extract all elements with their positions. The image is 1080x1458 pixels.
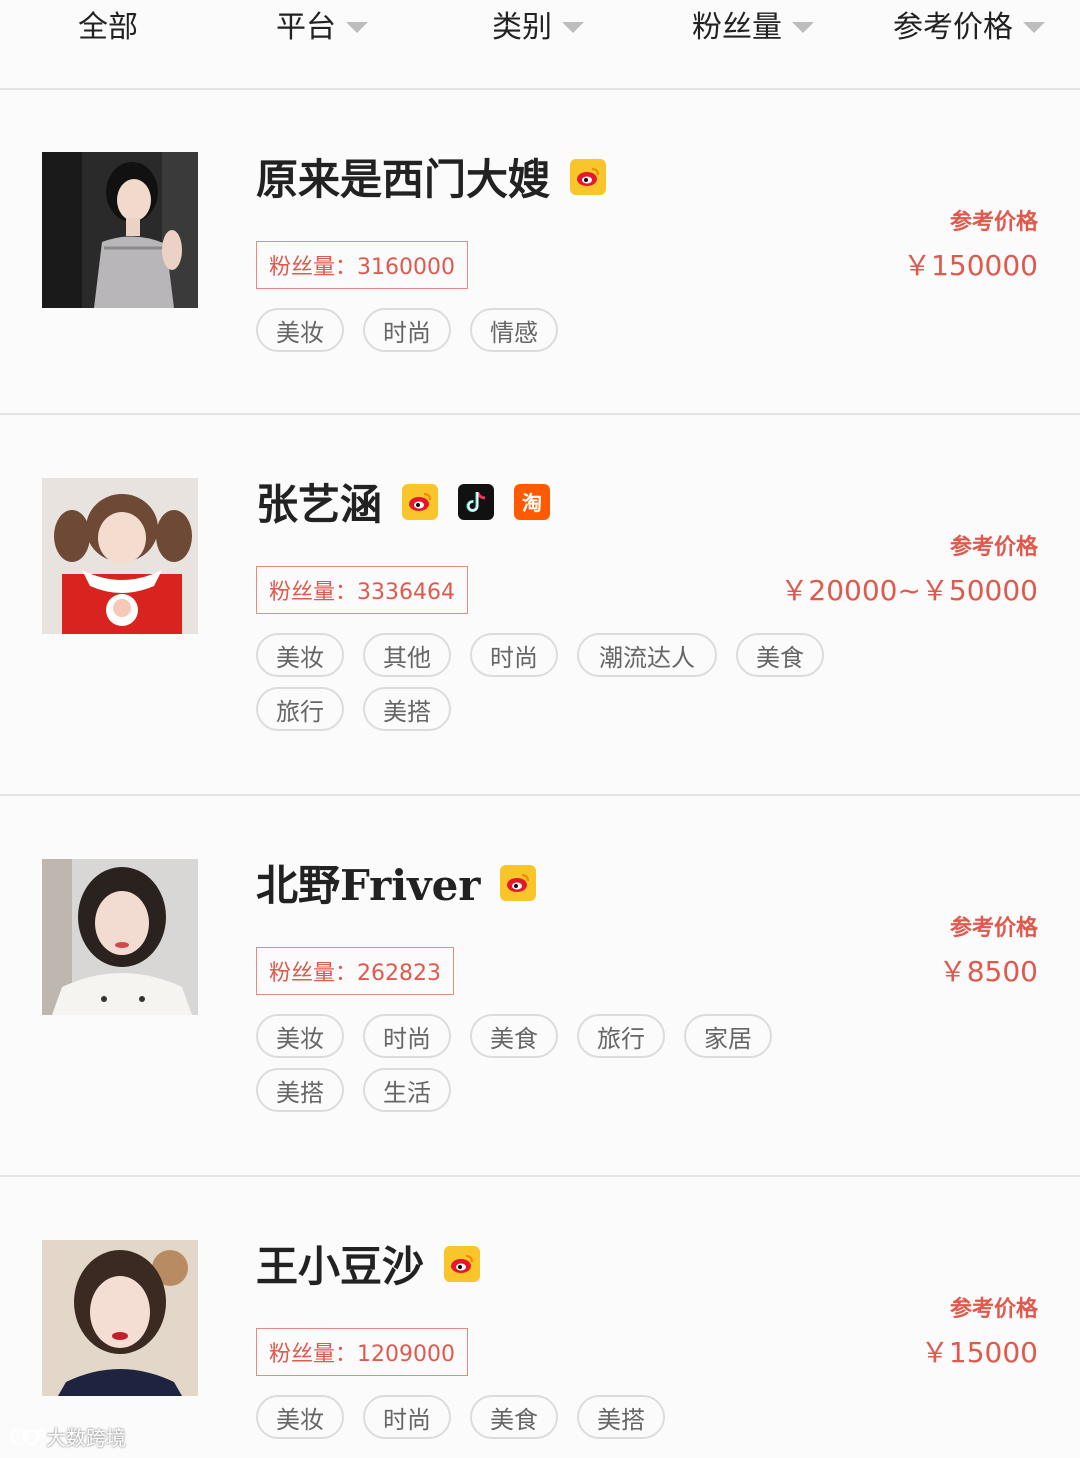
tag[interactable]: 美搭	[363, 687, 451, 731]
filter-platform[interactable]: 平台	[276, 2, 368, 46]
tag[interactable]: 美妆	[256, 1395, 344, 1439]
fans-count: 粉丝量：1209000	[256, 1328, 468, 1376]
fans-count: 粉丝量：262823	[256, 947, 454, 995]
weibo-icon	[402, 483, 439, 520]
chevron-down-icon	[346, 21, 368, 33]
watermark: 大数跨境	[10, 1422, 126, 1451]
name-row: 北野Friver	[256, 852, 537, 913]
filter-fans[interactable]: 粉丝量	[692, 2, 814, 46]
influencer-name: 原来是西门大嫂	[256, 155, 551, 204]
tag[interactable]: 潮流达人	[577, 633, 717, 677]
tag[interactable]: 美食	[470, 1395, 558, 1439]
price-value: ￥150000	[903, 249, 1038, 282]
avatar	[42, 1240, 198, 1396]
filter-price-label: 参考价格	[893, 10, 1013, 45]
influencer-name: 张艺涵	[256, 480, 383, 529]
price-label: 参考价格	[949, 210, 1038, 235]
watermark-logo-icon	[10, 1428, 46, 1445]
chevron-down-icon	[562, 21, 584, 33]
avatar	[42, 859, 198, 1015]
taobao-icon: 淘	[514, 483, 551, 520]
filter-price[interactable]: 参考价格	[893, 2, 1045, 46]
price-value: ￥8500	[938, 955, 1038, 988]
tag[interactable]: 家居	[684, 1014, 772, 1058]
tag[interactable]: 时尚	[363, 1395, 451, 1439]
price-label: 参考价格	[949, 1297, 1038, 1322]
influencer-card[interactable]: 张艺涵 淘 粉丝量：3336464 美妆 其他 时尚 潮流达人 美食 旅行 美搭…	[0, 415, 1080, 796]
influencer-card[interactable]: 原来是西门大嫂 粉丝量：3160000 美妆 时尚 情感 参考价格 ￥15000…	[0, 90, 1080, 415]
tag[interactable]: 美食	[470, 1014, 558, 1058]
avatar	[42, 478, 198, 634]
tag[interactable]: 美搭	[577, 1395, 665, 1439]
weibo-icon	[500, 864, 537, 901]
price-value: ￥20000~￥50000	[780, 574, 1038, 607]
filter-fans-label: 粉丝量	[692, 10, 782, 45]
name-row: 张艺涵 淘	[256, 471, 551, 532]
filter-all[interactable]: 全部	[78, 2, 138, 46]
tag[interactable]: 时尚	[470, 633, 558, 677]
influencer-card[interactable]: 北野Friver 粉丝量：262823 美妆 时尚 美食 旅行 家居 美搭 生活…	[0, 796, 1080, 1177]
tag[interactable]: 时尚	[363, 308, 451, 352]
tag[interactable]: 时尚	[363, 1014, 451, 1058]
tag[interactable]: 美搭	[256, 1068, 344, 1112]
tag[interactable]: 生活	[363, 1068, 451, 1112]
name-row: 原来是西门大嫂	[256, 146, 607, 207]
weibo-icon	[444, 1245, 481, 1282]
filter-bar: 全部 平台 类别 粉丝量 参考价格	[0, 0, 1080, 90]
tag[interactable]: 其他	[363, 633, 451, 677]
price-label: 参考价格	[949, 916, 1038, 941]
tag[interactable]: 美食	[736, 633, 824, 677]
avatar	[42, 152, 198, 308]
chevron-down-icon	[792, 21, 814, 33]
weibo-icon	[570, 158, 607, 195]
tag[interactable]: 美妆	[256, 633, 344, 677]
filter-category-label: 类别	[492, 10, 552, 45]
fans-count: 粉丝量：3336464	[256, 566, 468, 614]
name-row: 王小豆沙	[256, 1233, 481, 1294]
tag[interactable]: 旅行	[577, 1014, 665, 1058]
watermark-text: 大数跨境	[46, 1426, 126, 1450]
douyin-icon	[458, 483, 495, 520]
fans-count: 粉丝量：3160000	[256, 241, 468, 289]
influencer-name: 北野Friver	[256, 861, 481, 910]
chevron-down-icon	[1023, 21, 1045, 33]
price-label: 参考价格	[949, 535, 1038, 560]
influencer-card[interactable]: 王小豆沙 粉丝量：1209000 美妆 时尚 美食 美搭 参考价格 ￥15000	[0, 1177, 1080, 1458]
tag[interactable]: 情感	[470, 308, 558, 352]
tag[interactable]: 美妆	[256, 1014, 344, 1058]
price-value: ￥15000	[920, 1336, 1038, 1369]
tag[interactable]: 美妆	[256, 308, 344, 352]
filter-all-label: 全部	[78, 10, 138, 45]
influencer-name: 王小豆沙	[256, 1242, 425, 1291]
filter-platform-label: 平台	[276, 10, 336, 45]
tag[interactable]: 旅行	[256, 687, 344, 731]
filter-category[interactable]: 类别	[492, 2, 584, 46]
